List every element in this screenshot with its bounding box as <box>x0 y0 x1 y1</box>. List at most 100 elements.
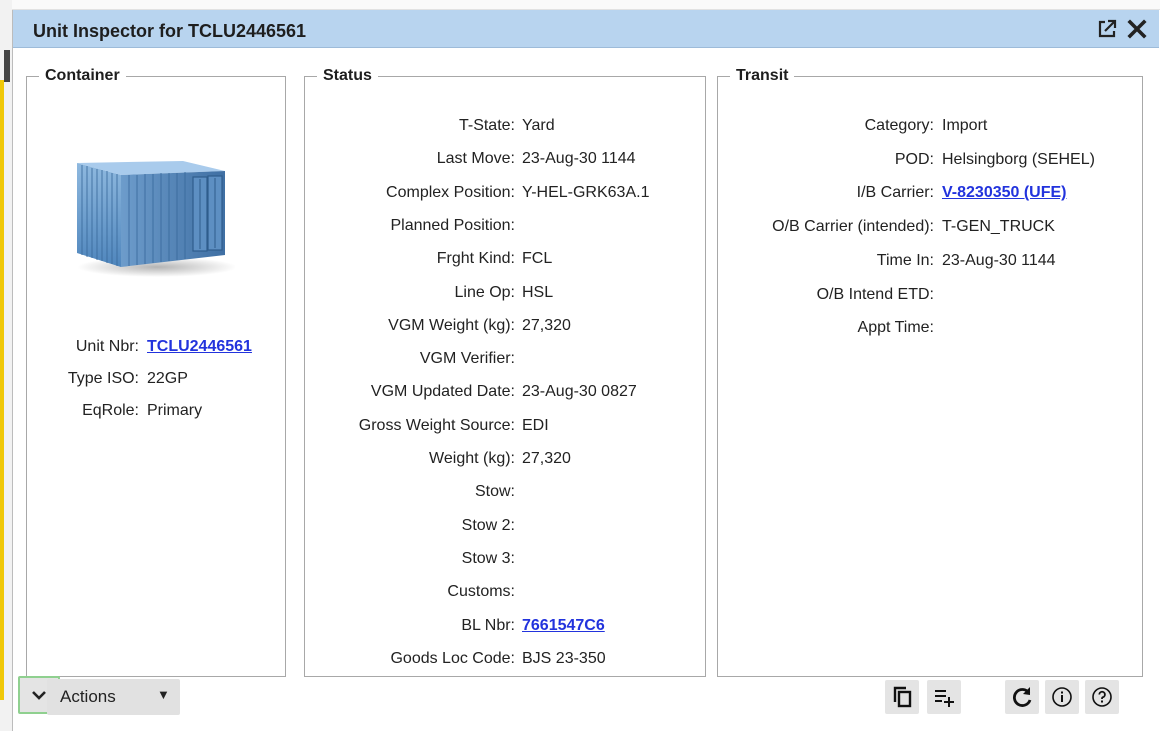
field-label: Customs: <box>447 583 515 601</box>
field-value: Primary <box>147 402 203 419</box>
status-panel: Status T-State: Yard Last Move: 23-Aug-30 1… <box>304 67 706 677</box>
field-label: O/B Intend ETD: <box>816 285 934 303</box>
field-label: Time In: <box>876 251 934 269</box>
field-row: I/B Carrier: V-8230350 (UFE) <box>718 182 1142 204</box>
refresh-icon <box>1013 687 1032 707</box>
field-row: VGM Weight (kg): 27,320 <box>305 315 705 337</box>
field-value: 27,320 <box>522 450 571 467</box>
copy-icon <box>893 686 912 708</box>
unit-inspector-window: Unit Inspector for TCLU2446561 Container <box>12 10 1159 731</box>
background-top-strip <box>12 0 1160 10</box>
field-value: Yard <box>522 117 555 134</box>
field-row: Unit Nbr: TCLU2446561 <box>27 336 285 358</box>
field-row: VGM Updated Date: 23-Aug-30 0827 <box>305 381 705 403</box>
field-value: T-GEN_TRUCK <box>942 218 1055 236</box>
field-value: Helsingborg (SEHEL) <box>942 150 1095 168</box>
field-label: Stow 2: <box>461 516 515 534</box>
field-row: POD: Helsingborg (SEHEL) <box>718 149 1142 171</box>
field-row: BL Nbr: 7661547C6 <box>305 615 705 637</box>
field-label: I/B Carrier: <box>856 184 934 202</box>
field-row: Gross Weight Source: EDI <box>305 415 705 437</box>
field-value: 23-Aug-30 1144 <box>522 150 636 168</box>
container-legend: Container <box>45 67 120 84</box>
shipping-container-icon <box>77 161 235 277</box>
field-value: Import <box>942 117 988 134</box>
field-row: Complex Position: Y-HEL-GRK63A.1 <box>305 182 705 204</box>
field-label: Unit Nbr: <box>75 338 139 355</box>
refresh-button[interactable] <box>1005 680 1039 714</box>
field-label: Stow 3: <box>461 549 515 567</box>
field-row: Frght Kind: FCL <box>305 248 705 270</box>
field-row: VGM Verifier: <box>305 348 705 370</box>
field-label: Stow: <box>474 483 515 501</box>
transit-legend: Transit <box>736 67 789 84</box>
field-value: FCL <box>522 250 553 268</box>
field-label: VGM Updated Date: <box>370 383 515 401</box>
field-label: Complex Position: <box>386 183 515 201</box>
field-label: POD: <box>894 150 934 168</box>
field-row: Stow 2: <box>305 515 705 537</box>
add-to-list-button[interactable] <box>927 680 961 714</box>
caret-down-icon: ▼ <box>157 687 170 702</box>
field-label: Last Move: <box>436 150 515 168</box>
field-row: O/B Carrier (intended): T-GEN_TRUCK <box>718 216 1142 238</box>
field-label: T-State: <box>458 117 515 134</box>
field-label: Planned Position: <box>390 216 515 234</box>
field-row: Goods Loc Code: BJS 23-350 <box>305 648 705 670</box>
field-label: Category: <box>864 117 934 134</box>
info-button[interactable] <box>1045 680 1079 714</box>
field-row: Stow 3: <box>305 548 705 570</box>
field-value: Y-HEL-GRK63A.1 <box>522 183 650 201</box>
field-value-link[interactable]: V-8230350 (UFE) <box>942 182 1067 204</box>
field-row: T-State: Yard <box>305 115 705 137</box>
field-label: Weight (kg): <box>429 450 515 467</box>
field-row: Line Op: HSL <box>305 282 705 304</box>
title-bar: Unit Inspector for TCLU2446561 <box>13 10 1159 48</box>
field-value: HSL <box>522 283 554 301</box>
status-legend: Status <box>323 67 372 84</box>
field-value-link[interactable]: 7661547C6 <box>522 615 605 637</box>
field-value: 23-Aug-30 0827 <box>522 383 637 401</box>
field-row: Customs: <box>305 581 705 603</box>
field-row: Category: Import <box>718 115 1142 137</box>
field-label: VGM Verifier: <box>419 350 515 368</box>
field-row: Planned Position: <box>305 215 705 237</box>
window-title: Unit Inspector for TCLU2446561 <box>33 21 307 41</box>
field-value-link[interactable]: TCLU2446561 <box>147 336 252 358</box>
info-icon <box>1052 687 1072 707</box>
field-label: EqRole: <box>82 402 139 419</box>
field-row: Appt Time: <box>718 317 1142 339</box>
field-value: 27,320 <box>522 316 571 334</box>
field-label: Frght Kind: <box>436 250 515 268</box>
background-yellow-accent <box>0 80 4 700</box>
field-row: Time In: 23-Aug-30 1144 <box>718 250 1142 272</box>
field-row: Type ISO: 22GP <box>27 368 285 390</box>
field-label: VGM Weight (kg): <box>388 316 515 334</box>
field-row: EqRole: Primary <box>27 400 285 422</box>
field-row: O/B Intend ETD: <box>718 284 1142 306</box>
field-label: Goods Loc Code: <box>390 649 515 667</box>
field-label: Type ISO: <box>67 370 139 387</box>
field-row: Weight (kg): 27,320 <box>305 448 705 470</box>
field-label: BL Nbr: <box>461 616 515 634</box>
copy-button[interactable] <box>885 680 919 714</box>
field-value: BJS 23-350 <box>522 649 606 667</box>
transit-panel: Transit Category: Import POD: Helsingborg (… <box>717 67 1143 677</box>
actions-label: Actions <box>60 687 116 706</box>
field-label: Appt Time: <box>857 319 934 337</box>
actions-dropdown-button[interactable]: Actions ▼ <box>47 679 180 715</box>
external-link-icon[interactable] <box>1096 18 1118 40</box>
background-dark-accent <box>4 50 10 82</box>
field-label: O/B Carrier (intended): <box>772 218 934 236</box>
field-label: Line Op: <box>454 283 515 301</box>
container-panel: Container Unit Nbr: TCLU2446561 Type ISO… <box>26 67 286 677</box>
close-icon[interactable] <box>1126 18 1148 40</box>
playlist-add-icon <box>935 690 954 707</box>
field-label: Gross Weight Source: <box>358 416 515 434</box>
field-value: 23-Aug-30 1144 <box>942 251 1056 269</box>
field-value: 22GP <box>147 370 188 387</box>
help-icon <box>1092 687 1112 707</box>
field-row: Stow: <box>305 481 705 503</box>
help-button[interactable] <box>1085 680 1119 714</box>
field-row: Last Move: 23-Aug-30 1144 <box>305 148 705 170</box>
